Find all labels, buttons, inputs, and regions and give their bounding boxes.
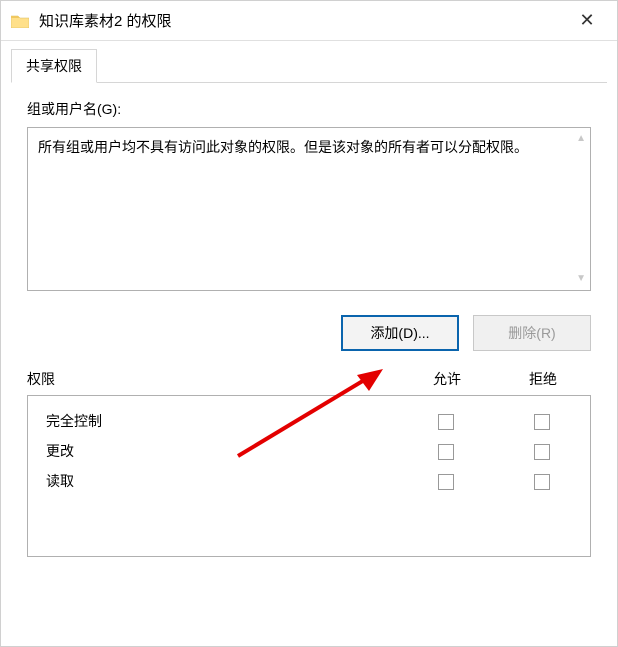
add-button[interactable]: 添加(D)... (341, 315, 459, 351)
remove-button-label: 删除(R) (508, 323, 555, 343)
window-title: 知识库素材2 的权限 (39, 10, 567, 31)
tab-label: 共享权限 (26, 58, 82, 74)
permissions-header: 权限 允许 拒绝 (27, 369, 591, 389)
permission-row: 读取 (28, 466, 590, 496)
close-icon: ✕ (579, 10, 594, 31)
tab-strip: 共享权限 (11, 49, 607, 83)
tab-content: 组或用户名(G): 所有组或用户均不具有访问此对象的权限。但是该对象的所有者可以… (1, 83, 617, 557)
permissions-dialog: 知识库素材2 的权限 ✕ 共享权限 组或用户名(G): 所有组或用户均不具有访问… (0, 0, 618, 647)
permission-row: 更改 (28, 436, 590, 466)
allow-checkbox[interactable] (438, 414, 454, 430)
permission-row: 完全控制 (28, 406, 590, 436)
allow-checkbox[interactable] (438, 474, 454, 490)
perm-header-name: 权限 (27, 369, 399, 389)
allow-checkbox[interactable] (438, 444, 454, 460)
scroll-down-icon[interactable]: ▼ (576, 274, 586, 284)
permission-label: 更改 (28, 441, 398, 461)
deny-checkbox[interactable] (534, 474, 550, 490)
permissions-listbox: 完全控制 更改 读取 (27, 395, 591, 557)
tab-share-permissions[interactable]: 共享权限 (11, 49, 97, 83)
add-button-label: 添加(D)... (370, 323, 429, 343)
listbox-message: 所有组或用户均不具有访问此对象的权限。但是该对象的所有者可以分配权限。 (38, 136, 580, 158)
deny-checkbox[interactable] (534, 414, 550, 430)
remove-button: 删除(R) (473, 315, 591, 351)
folder-icon (11, 14, 29, 28)
close-button[interactable]: ✕ (567, 1, 607, 41)
scroll-up-icon[interactable]: ▲ (576, 134, 586, 144)
group-users-label: 组或用户名(G): (27, 99, 591, 119)
permission-label: 读取 (28, 471, 398, 491)
deny-checkbox[interactable] (534, 444, 550, 460)
group-users-listbox[interactable]: 所有组或用户均不具有访问此对象的权限。但是该对象的所有者可以分配权限。 ▲ ▼ (27, 127, 591, 291)
permission-label: 完全控制 (28, 411, 398, 431)
perm-header-deny: 拒绝 (495, 369, 591, 389)
titlebar: 知识库素材2 的权限 ✕ (1, 1, 617, 41)
perm-header-allow: 允许 (399, 369, 495, 389)
button-row: 添加(D)... 删除(R) (27, 315, 591, 351)
